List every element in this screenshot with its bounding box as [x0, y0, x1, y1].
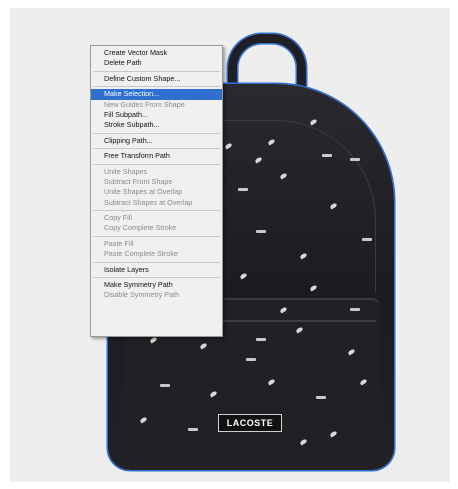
- menu-separator: [93, 261, 220, 263]
- pattern-mark: [316, 396, 326, 399]
- menu-separator: [93, 70, 220, 72]
- document-canvas[interactable]: LACOSTE: [10, 8, 450, 482]
- brand-logo-text: LACOSTE: [226, 418, 274, 428]
- menu-item-copy-fill: Copy Fill: [104, 213, 132, 223]
- menu-item-isolate-layers[interactable]: Isolate Layers: [91, 265, 222, 275]
- path-context-menu: Create Vector Mask Delete Path Define Cust…: [90, 45, 223, 337]
- menu-item-unite-shapes: Unite Shapes: [104, 166, 148, 176]
- pattern-mark: [362, 238, 372, 241]
- pattern-mark: [256, 338, 266, 341]
- brand-logo-patch: LACOSTE: [218, 414, 282, 432]
- menu-item-free-transform-path[interactable]: Free Transform Path: [91, 151, 222, 161]
- menu-item-define-custom-shape[interactable]: Define Custom Shape...: [91, 74, 222, 84]
- menu-item-make-symmetry-path[interactable]: Make Symmetry Path: [91, 280, 222, 290]
- pattern-mark: [238, 188, 248, 191]
- menu-item-subtract-shapes-at-overlap: Subtract Shapes at Overlap: [104, 197, 193, 207]
- menu-separator: [93, 132, 220, 134]
- menu-separator: [93, 210, 220, 212]
- menu-item-make-selection[interactable]: Make Selection...: [91, 89, 222, 100]
- pattern-mark: [256, 230, 266, 233]
- pattern-mark: [160, 384, 170, 387]
- menu-separator: [93, 235, 220, 237]
- menu-separator: [93, 277, 220, 279]
- menu-item-delete-path[interactable]: Delete Path: [91, 58, 222, 68]
- menu-item-paste-fill: Paste Fill: [104, 238, 134, 248]
- pattern-mark: [350, 158, 360, 161]
- menu-item-subtract-front-shape: Subtract Front Shape: [104, 176, 173, 186]
- pattern-mark: [350, 308, 360, 311]
- menu-item-stroke-subpath[interactable]: Stroke Subpath...: [91, 120, 222, 130]
- menu-item-fill-subpath[interactable]: Fill Subpath...: [91, 110, 222, 120]
- pattern-mark: [322, 154, 332, 157]
- menu-item-new-guides-from-shape: New Guides From Shape: [104, 99, 185, 109]
- menu-item-create-vector-mask[interactable]: Create Vector Mask: [91, 48, 222, 58]
- menu-item-copy-complete-stroke: Copy Complete Stroke: [104, 223, 177, 233]
- backpack-image: LACOSTE: [10, 8, 450, 482]
- pattern-mark: [188, 428, 198, 431]
- menu-item-disable-symmetry-path: Disable Symmetry Path: [104, 290, 180, 300]
- menu-separator: [93, 163, 220, 165]
- menu-item-clipping-path[interactable]: Clipping Path...: [91, 136, 222, 146]
- pattern-mark: [246, 358, 256, 361]
- menu-separator: [93, 148, 220, 150]
- menu-separator: [93, 86, 220, 88]
- menu-item-unite-shapes-at-overlap: Unite Shapes at Overlap: [104, 187, 183, 197]
- menu-item-paste-complete-stroke: Paste Complete Stroke: [104, 249, 178, 259]
